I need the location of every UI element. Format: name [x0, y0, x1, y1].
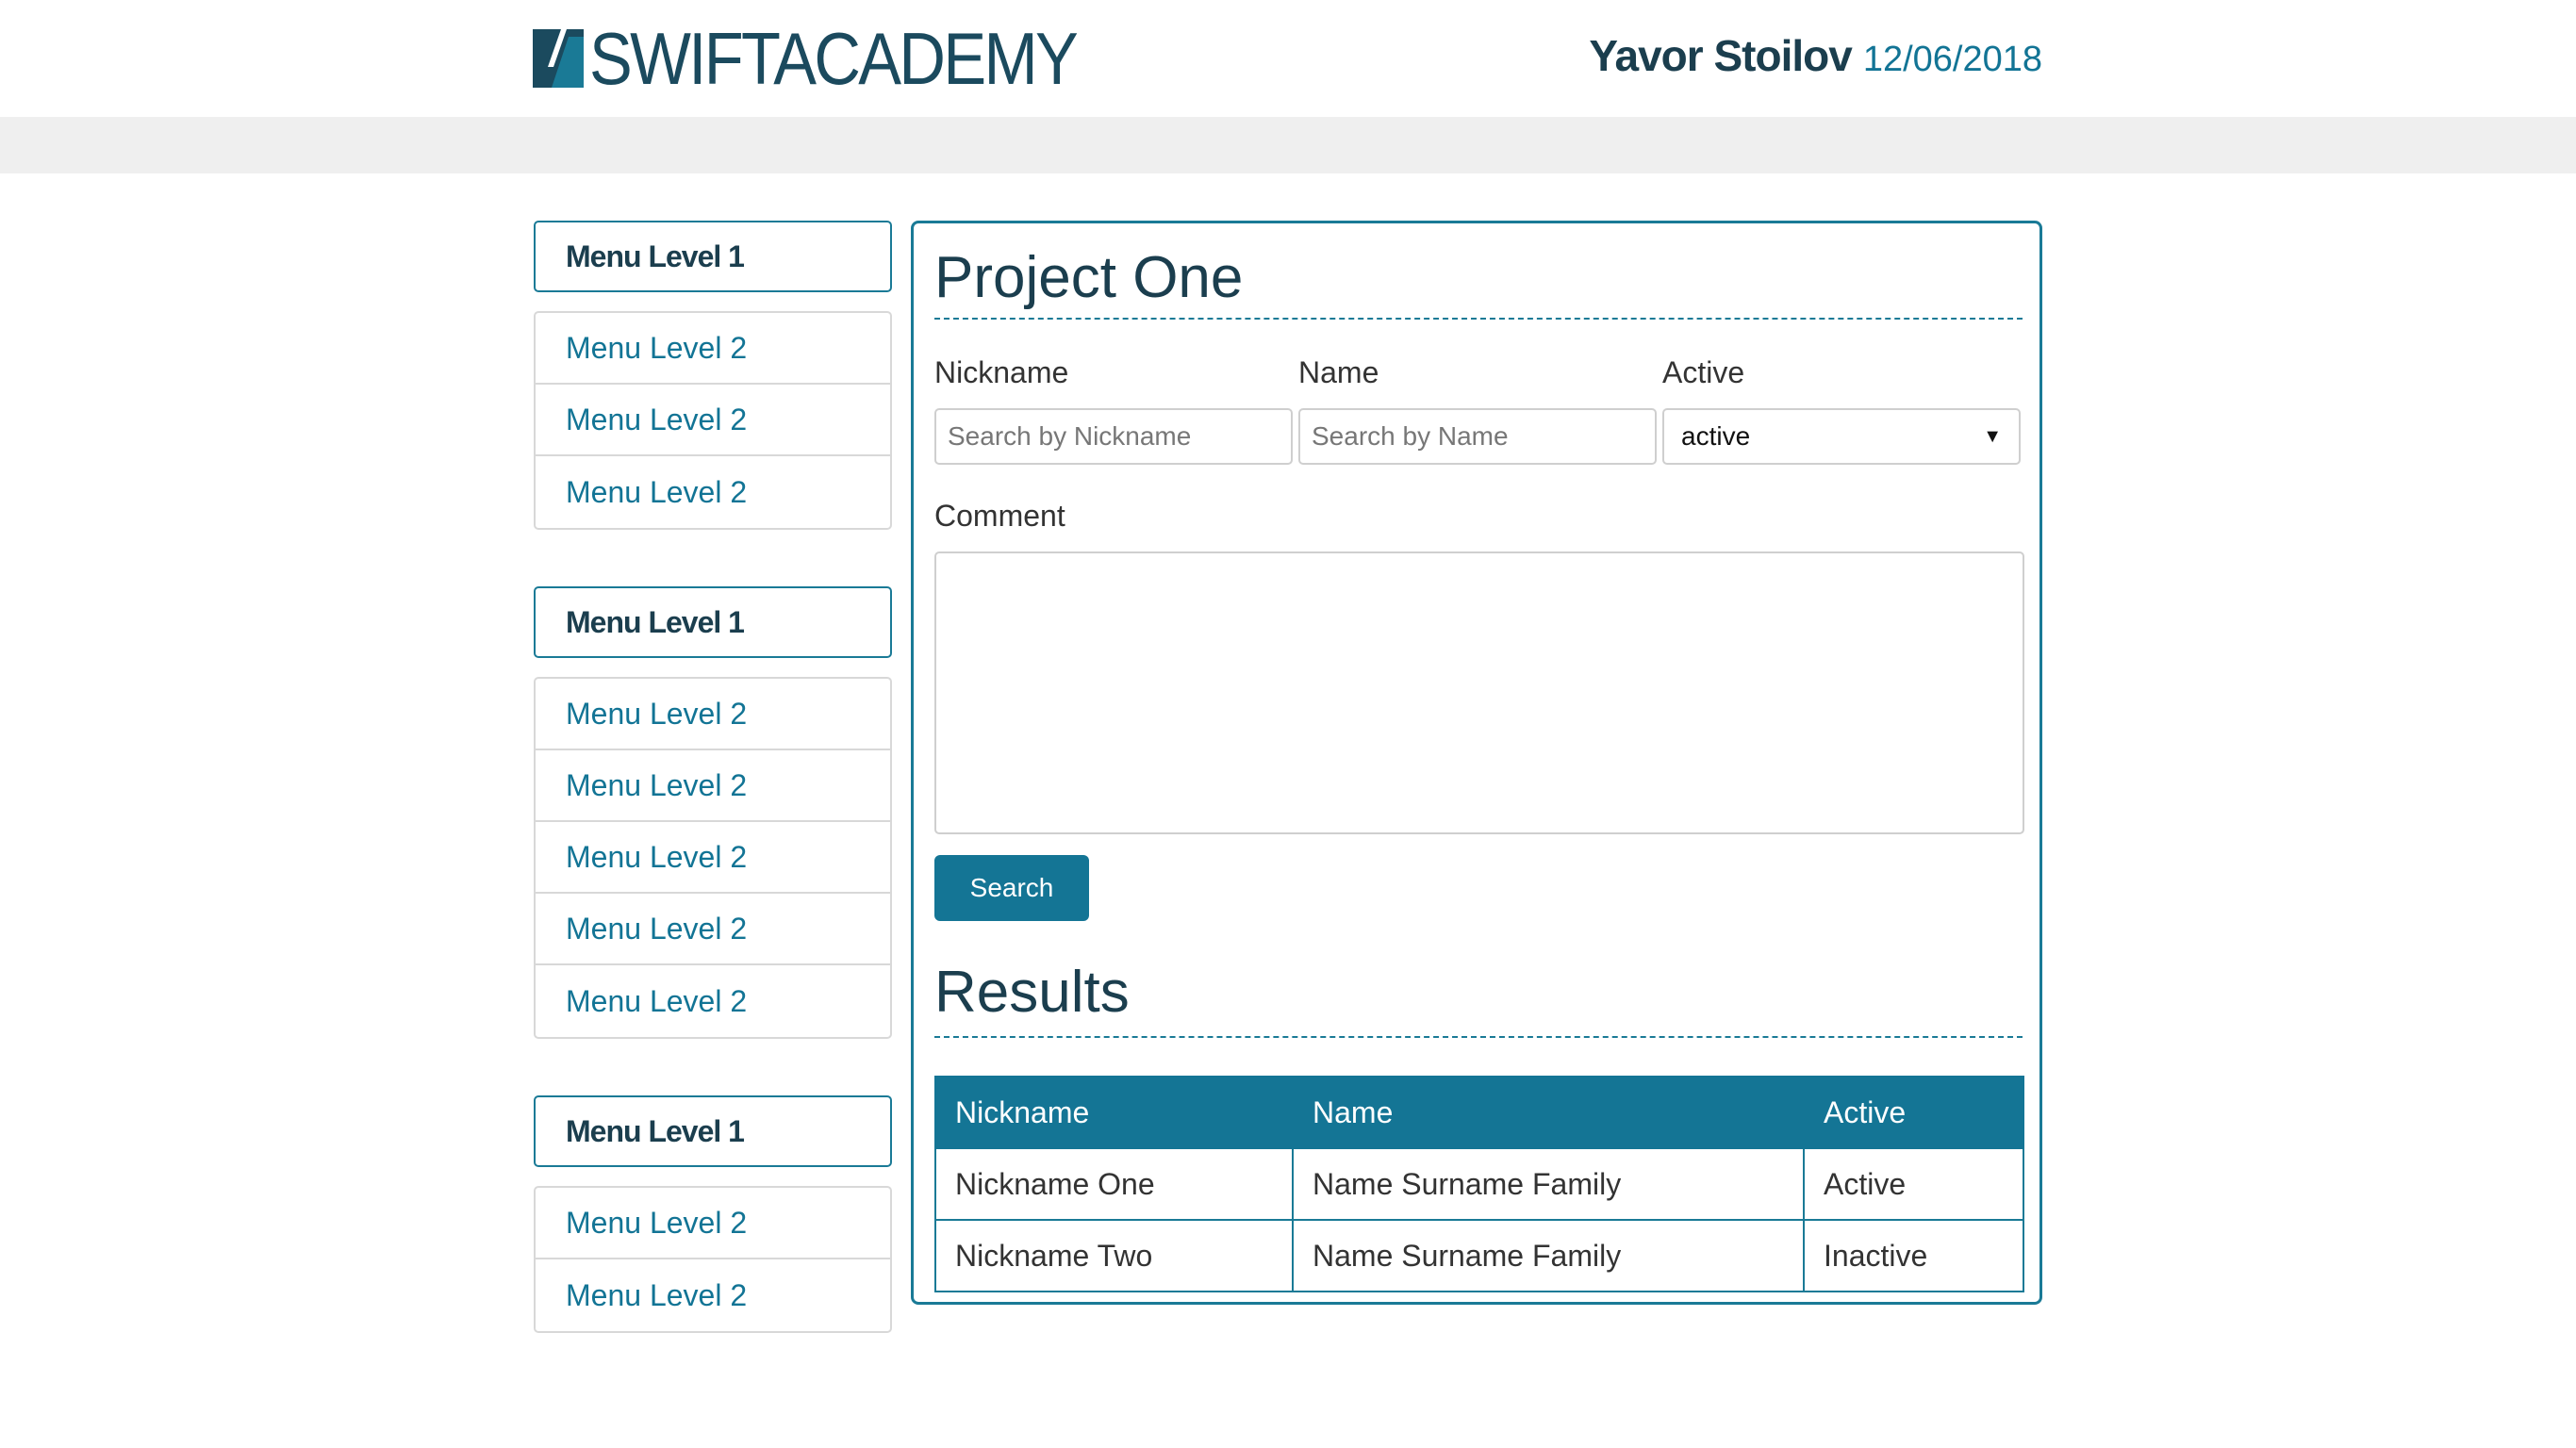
name-input[interactable] — [1298, 408, 1657, 465]
menu-level-2-item[interactable]: Menu Level 2 — [536, 385, 890, 456]
user-info: Yavor Stoilov 12/06/2018 — [1589, 30, 2042, 81]
logo-text-bold: SWIFT — [589, 17, 776, 100]
menu-level-2-item[interactable]: Menu Level 2 — [536, 894, 890, 965]
menu-level-2-list: Menu Level 2 Menu Level 2 Menu Level 2 — [534, 311, 892, 530]
cell-nickname: Nickname Two — [934, 1219, 1294, 1292]
results-divider — [934, 1036, 2023, 1038]
logo[interactable]: SWIFTACADEMY — [533, 22, 1143, 95]
search-button[interactable]: Search — [934, 855, 1089, 921]
menu-level-2-item[interactable]: Menu Level 2 — [536, 1188, 890, 1259]
triangle-down-icon: ▼ — [1983, 425, 2002, 447]
project-panel: Project One Nickname Name Active active … — [911, 221, 2042, 1305]
cell-name: Name Surname Family — [1292, 1219, 1805, 1292]
title-divider — [934, 318, 2023, 320]
menu-level-2-list: Menu Level 2 Menu Level 2 — [534, 1186, 892, 1333]
results-table: Nickname Name Active Nickname One Name S… — [934, 1076, 2024, 1292]
column-header-name[interactable]: Name — [1292, 1076, 1805, 1149]
menu-level-2-item[interactable]: Menu Level 2 — [536, 965, 890, 1037]
active-select-value: active — [1681, 421, 1751, 451]
menu-level-1-item[interactable]: Menu Level 1 — [534, 586, 892, 658]
header: SWIFTACADEMY Yavor Stoilov 12/06/2018 — [0, 0, 2576, 117]
active-select[interactable]: active ▼ — [1662, 408, 2021, 465]
column-header-active[interactable]: Active — [1803, 1076, 2024, 1149]
table-row[interactable]: Nickname One Name Surname Family Active — [934, 1147, 2024, 1221]
menu-level-2-item[interactable]: Menu Level 2 — [536, 750, 890, 822]
menu-level-2-item[interactable]: Menu Level 2 — [536, 1259, 890, 1331]
cell-name: Name Surname Family — [1292, 1147, 1805, 1221]
menu-level-1-item[interactable]: Menu Level 1 — [534, 221, 892, 292]
results-title: Results — [934, 960, 1130, 1025]
comment-textarea[interactable] — [934, 551, 2024, 834]
sidebar: Menu Level 1 Menu Level 2 Menu Level 2 M… — [534, 221, 892, 1390]
column-header-nickname[interactable]: Nickname — [934, 1076, 1294, 1149]
cell-active: Inactive — [1803, 1219, 2024, 1292]
table-header-row: Nickname Name Active — [934, 1076, 2024, 1149]
logo-text: SWIFTACADEMY — [589, 22, 1079, 95]
logo-text-light: ACADEMY — [773, 17, 1079, 100]
menu-level-2-item[interactable]: Menu Level 2 — [536, 679, 890, 750]
page-title: Project One — [934, 245, 1244, 310]
user-name[interactable]: Yavor Stoilov — [1589, 30, 1852, 81]
nickname-input[interactable] — [934, 408, 1293, 465]
menu-level-1-item[interactable]: Menu Level 1 — [534, 1095, 892, 1167]
menu-level-2-list: Menu Level 2 Menu Level 2 Menu Level 2 M… — [534, 677, 892, 1039]
cell-nickname: Nickname One — [934, 1147, 1294, 1221]
nickname-label: Nickname — [934, 355, 1069, 389]
menu-level-2-item[interactable]: Menu Level 2 — [536, 456, 890, 528]
swift-academy-logo-icon — [533, 29, 584, 88]
header-bar — [0, 117, 2576, 173]
menu-level-2-item[interactable]: Menu Level 2 — [536, 822, 890, 894]
current-date: 12/06/2018 — [1862, 40, 2042, 79]
menu-group: Menu Level 1 Menu Level 2 Menu Level 2 M… — [534, 221, 892, 530]
menu-group: Menu Level 1 Menu Level 2 Menu Level 2 M… — [534, 586, 892, 1039]
cell-active: Active — [1803, 1147, 2024, 1221]
active-label: Active — [1662, 355, 1745, 389]
menu-group: Menu Level 1 Menu Level 2 Menu Level 2 — [534, 1095, 892, 1333]
table-row[interactable]: Nickname Two Name Surname Family Inactiv… — [934, 1219, 2024, 1292]
name-label: Name — [1298, 355, 1379, 389]
menu-level-2-item[interactable]: Menu Level 2 — [536, 313, 890, 385]
comment-label: Comment — [934, 499, 1065, 533]
